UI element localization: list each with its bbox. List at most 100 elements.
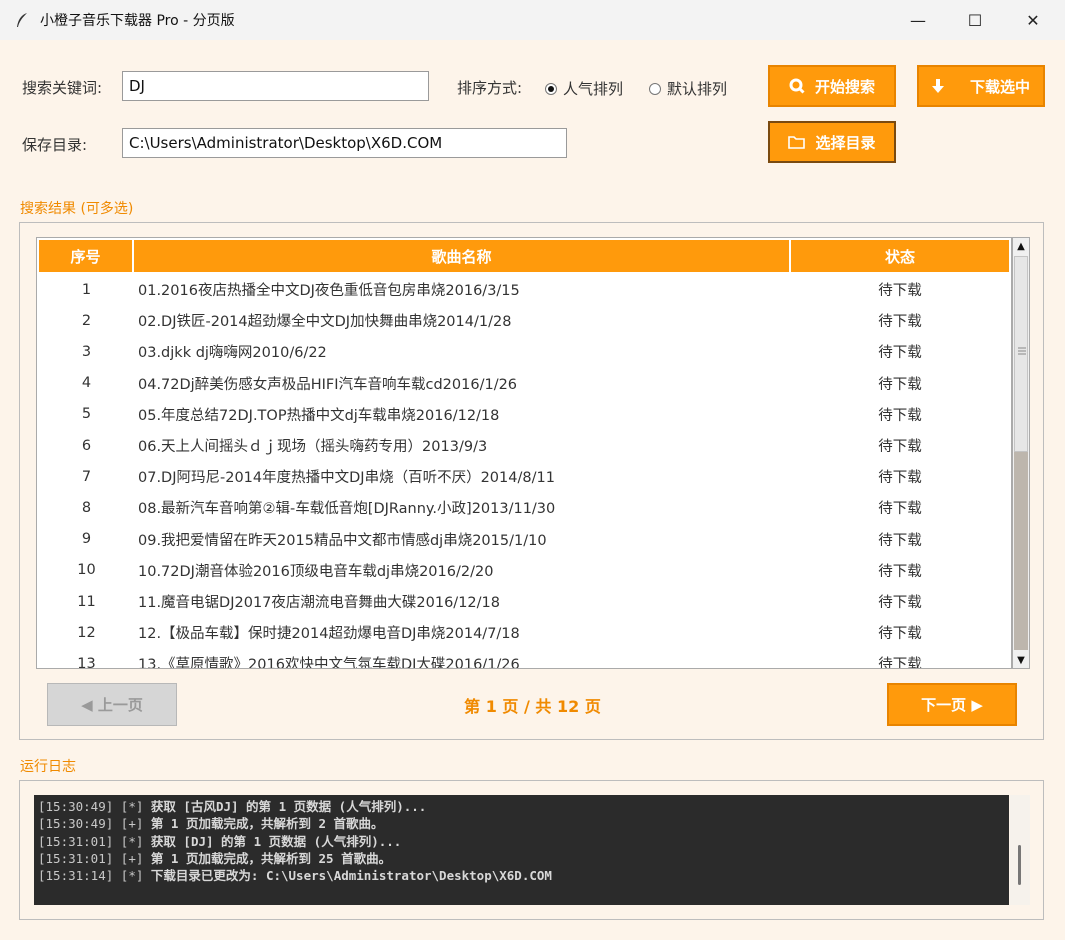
- log-message: 获取 [DJ] 的第 1 页数据 (人气排列)...: [150, 833, 402, 849]
- table-row[interactable]: 4 04.72Dj醉美伤感女声极品HIFI汽车音响车载cd2016/1/26 待下载: [39, 368, 1009, 399]
- column-header-no[interactable]: 序号: [39, 240, 134, 272]
- page-info: 第 1 页 / 共 12 页: [464, 697, 601, 716]
- row-status: 待下载: [878, 376, 922, 393]
- table-row[interactable]: 5 05.年度总结72DJ.TOP热播中文dj车载串烧2016/12/18 待下载: [39, 399, 1009, 430]
- prev-page-button[interactable]: ◀ 上一页: [47, 683, 177, 726]
- close-button[interactable]: ✕: [1005, 0, 1061, 40]
- sort-radio-default[interactable]: 默认排列: [649, 78, 727, 99]
- table-row[interactable]: 2 02.DJ铁匠-2014超劲爆全中文DJ加快舞曲串烧2014/1/28 待下载: [39, 305, 1009, 336]
- column-header-status[interactable]: 状态: [791, 240, 1009, 272]
- log-message: 第 1 页加载完成，共解析到 2 首歌曲。: [150, 816, 384, 832]
- row-status: 待下载: [878, 501, 922, 518]
- log-tag: [*]: [120, 833, 144, 849]
- log-tag: [+]: [120, 816, 144, 832]
- scroll-down-icon[interactable]: ▼: [1013, 652, 1029, 668]
- keyword-input[interactable]: DJ: [122, 71, 429, 101]
- log-time: [15:31:14]: [38, 868, 114, 884]
- log-time: [15:31:01]: [38, 850, 114, 866]
- row-song-name: 11.魔音电锯DJ2017夜店潮流电音舞曲大碟2016/12/18: [138, 595, 500, 611]
- log-group-title: 运行日志: [20, 759, 76, 775]
- results-table[interactable]: 序号 歌曲名称 状态 1 01.2016夜店热播全中文DJ夜色重低音包房串烧201…: [36, 237, 1012, 669]
- row-song-name: 07.DJ阿玛尼-2014年度热播中文DJ串烧（百听不厌）2014/8/11: [138, 470, 555, 487]
- sort-radio-popular[interactable]: 人气排列: [545, 78, 623, 99]
- download-selected-button[interactable]: 下载选中: [917, 65, 1045, 107]
- row-song-name: 04.72Dj醉美伤感女声极品HIFI汽车音响车载cd2016/1/26: [138, 376, 518, 393]
- row-number: 13: [77, 655, 96, 669]
- row-number: 10: [77, 562, 96, 579]
- table-row[interactable]: 3 03.djkk dj嗨嗨网2010/6/22 待下载: [39, 336, 1009, 367]
- table-row[interactable]: 11 11.魔音电锯DJ2017夜店潮流电音舞曲大碟2016/12/18 待下载: [39, 586, 1009, 617]
- folder-icon: [788, 135, 806, 149]
- minimize-button[interactable]: —: [890, 0, 946, 40]
- row-song-name: 08.最新汽车音响第②辑-车载低音炮[DJRanny.小政]2013/11/30: [138, 501, 556, 518]
- log-time: [15:31:01]: [38, 833, 114, 849]
- row-number: 5: [81, 406, 92, 423]
- search-icon: [789, 78, 805, 94]
- sort-option-label: 人气排列: [563, 80, 624, 98]
- log-line: [15:30:49] [+] 第 1 页加载完成，共解析到 2 首歌曲。: [38, 815, 1005, 832]
- scrollbar-thumb[interactable]: [1014, 256, 1028, 452]
- minimize-icon: —: [910, 10, 926, 30]
- log-message: 下载目录已更改为: C:\Users\Administrator\Desktop…: [150, 868, 552, 884]
- results-group-title: 搜索结果 (可多选): [20, 201, 134, 217]
- row-song-name: 03.djkk dj嗨嗨网2010/6/22: [138, 345, 327, 362]
- start-search-label: 开始搜索: [814, 77, 875, 96]
- row-number: 6: [81, 437, 92, 454]
- log-line: [15:31:01] [*] 获取 [DJ] 的第 1 页数据 (人气排列)..…: [38, 833, 1005, 850]
- download-selected-label: 下载选中: [969, 77, 1030, 96]
- close-icon: ✕: [1026, 10, 1040, 30]
- row-song-name: 01.2016夜店热播全中文DJ夜色重低音包房串烧2016/3/15: [138, 283, 520, 299]
- row-song-name: 09.我把爱情留在昨天2015精品中文都市情感dj串烧2015/1/10: [138, 532, 547, 549]
- log-line: [15:30:49] [*] 获取 [古风DJ] 的第 1 页数据 (人气排列)…: [38, 798, 1005, 815]
- log-scrollbar-thumb[interactable]: [1018, 845, 1021, 885]
- row-song-name: 12.【极品车载】保时捷2014超劲爆电音DJ串烧2014/7/18: [138, 626, 520, 643]
- log-time: [15:30:49]: [38, 816, 114, 832]
- maximize-icon: ☐: [967, 10, 983, 30]
- table-header: 序号 歌曲名称 状态: [39, 240, 1009, 272]
- table-row[interactable]: 7 07.DJ阿玛尼-2014年度热播中文DJ串烧（百听不厌）2014/8/11 待…: [39, 461, 1009, 492]
- row-number: 11: [77, 593, 96, 610]
- scrollbar-track[interactable]: [1014, 452, 1028, 650]
- next-page-button[interactable]: 下一页 ▶: [887, 683, 1017, 726]
- row-status: 待下载: [878, 532, 922, 549]
- sort-option-label: 默认排列: [667, 80, 728, 98]
- log-line: [15:31:14] [*] 下载目录已更改为: C:\Users\Admini…: [38, 867, 1005, 884]
- log-tag: [*]: [120, 868, 144, 884]
- row-number: 7: [81, 468, 92, 485]
- start-search-button[interactable]: 开始搜索: [768, 65, 896, 107]
- row-status: 待下载: [878, 314, 922, 331]
- table-row[interactable]: 8 08.最新汽车音响第②辑-车载低音炮[DJRanny.小政]2013/11/3…: [39, 492, 1009, 523]
- maximize-button[interactable]: ☐: [947, 0, 1003, 40]
- row-status: 待下载: [878, 407, 922, 424]
- download-arrow-icon: [931, 78, 944, 94]
- log-text-area[interactable]: [15:30:49] [*] 获取 [古风DJ] 的第 1 页数据 (人气排列)…: [34, 795, 1009, 905]
- row-status: 待下载: [878, 595, 922, 611]
- log-tag: [*]: [120, 799, 144, 814]
- row-status: 待下载: [878, 345, 922, 362]
- save-dir-input[interactable]: C:\Users\Administrator\Desktop\X6D.COM: [122, 128, 567, 158]
- table-row[interactable]: 13 13.《草原情歌》2016欢快中文气氛车载DJ大碟2016/1/26 待下载: [39, 648, 1009, 669]
- table-row[interactable]: 10 10.72DJ潮音体验2016顶级电音车载dj串烧2016/2/20 待下载: [39, 555, 1009, 586]
- row-number: 3: [81, 343, 92, 360]
- log-tag: [+]: [120, 850, 144, 866]
- feather-icon: [14, 12, 30, 28]
- column-header-name[interactable]: 歌曲名称: [134, 240, 791, 272]
- scroll-up-icon[interactable]: ▲: [1013, 238, 1029, 254]
- title-bar: 小橙子音乐下载器 Pro - 分页版 — ☐ ✕: [0, 0, 1065, 40]
- table-row[interactable]: 6 06.天上人间摇头ｄｊ现场（摇头嗨药专用）2013/9/3 待下载: [39, 430, 1009, 461]
- log-line: [15:31:01] [+] 第 1 页加载完成，共解析到 25 首歌曲。: [38, 850, 1005, 867]
- log-scrollbar[interactable]: [1010, 795, 1030, 905]
- table-row[interactable]: 1 01.2016夜店热播全中文DJ夜色重低音包房串烧2016/3/15 待下载: [39, 274, 1009, 305]
- row-status: 待下载: [878, 626, 922, 643]
- row-status: 待下载: [878, 439, 922, 455]
- row-status: 待下载: [878, 470, 922, 487]
- row-song-name: 05.年度总结72DJ.TOP热播中文dj车载串烧2016/12/18: [138, 407, 500, 424]
- table-row[interactable]: 12 12.【极品车载】保时捷2014超劲爆电音DJ串烧2014/7/18 待下载: [39, 617, 1009, 648]
- results-scrollbar[interactable]: ▲ ▼: [1012, 237, 1030, 669]
- row-number: 1: [81, 281, 92, 298]
- log-message: 第 1 页加载完成，共解析到 25 首歌曲。: [150, 850, 392, 866]
- choose-dir-button[interactable]: 选择目录: [768, 121, 896, 163]
- table-row[interactable]: 9 09.我把爱情留在昨天2015精品中文都市情感dj串烧2015/1/10 待下载: [39, 524, 1009, 555]
- keyword-label: 搜索关键词:: [22, 79, 103, 97]
- row-song-name: 06.天上人间摇头ｄｊ现场（摇头嗨药专用）2013/9/3: [138, 439, 488, 455]
